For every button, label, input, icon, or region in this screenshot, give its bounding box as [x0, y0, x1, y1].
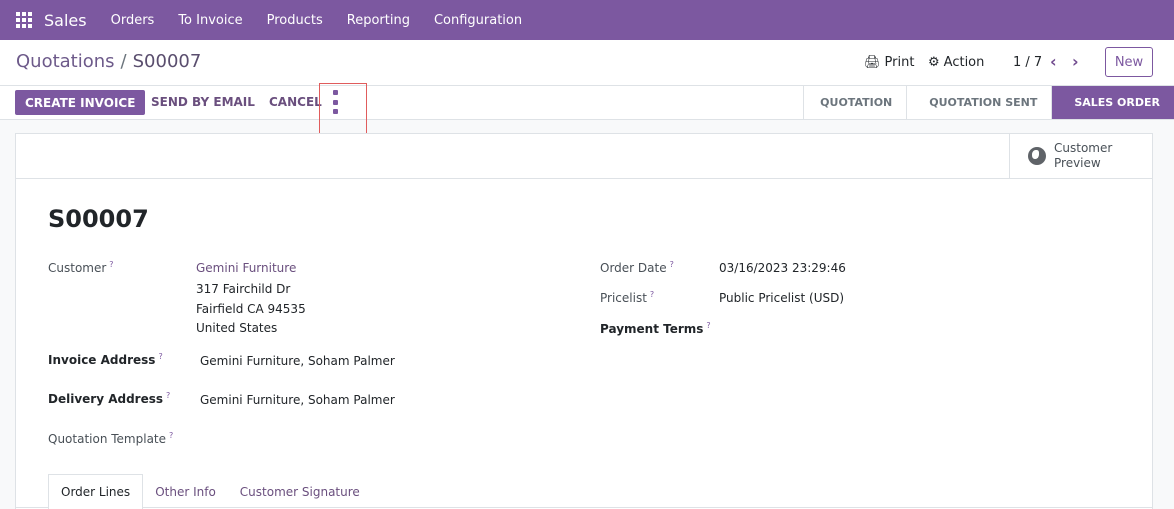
print-label: Print — [884, 55, 915, 70]
breadcrumb-quotations[interactable]: Quotations — [16, 51, 115, 72]
delivery-address-field[interactable]: Gemini Furniture, Soham Palmer — [200, 393, 395, 407]
customer-preview-line2: Preview — [1054, 156, 1101, 170]
menu-orders[interactable]: Orders — [99, 13, 167, 28]
customer-preview-button[interactable]: Customer Preview — [1009, 134, 1152, 178]
customer-address-line2: Fairfield CA 94535 — [196, 302, 306, 316]
action-label: Action — [943, 55, 985, 70]
order-date-label: Order Date? — [600, 260, 674, 275]
menu-configuration[interactable]: Configuration — [422, 13, 534, 28]
globe-icon — [1028, 147, 1046, 165]
action-button[interactable]: ⚙ Action — [928, 55, 984, 70]
statusbar: CREATE INVOICE SEND BY EMAIL CANCEL QUOT… — [0, 86, 1174, 120]
chevron-left-icon[interactable]: ‹ — [1050, 52, 1057, 71]
order-name: S00007 — [48, 205, 149, 233]
menu-reporting[interactable]: Reporting — [335, 13, 422, 28]
invoice-address-field[interactable]: Gemini Furniture, Soham Palmer — [200, 354, 395, 368]
apps-menu-icon[interactable] — [16, 12, 32, 28]
tab-order-lines[interactable]: Order Lines — [48, 474, 144, 509]
pricelist-label: Pricelist? — [600, 290, 655, 305]
customer-name-link[interactable]: Gemini Furniture — [196, 261, 296, 275]
customer-preview-line1: Customer — [1054, 141, 1113, 155]
tab-other-info[interactable]: Other Info — [143, 474, 228, 509]
send-by-email-button[interactable]: SEND BY EMAIL — [151, 95, 255, 109]
customer-label: Customer? — [48, 260, 114, 275]
delivery-address-label: Delivery Address? — [48, 391, 171, 406]
menu-products[interactable]: Products — [255, 13, 335, 28]
pager-value[interactable]: 1 / 7 — [1013, 55, 1042, 70]
payment-terms-label: Payment Terms? — [600, 321, 711, 336]
chevron-right-icon[interactable]: › — [1072, 52, 1079, 71]
invoice-address-label: Invoice Address? — [48, 352, 163, 367]
control-panel: Quotations / S00007 🖨 Print ⚙ Action 1 / 7… — [0, 40, 1174, 86]
cancel-button[interactable]: CANCEL — [269, 95, 322, 109]
app-name[interactable]: Sales — [44, 11, 87, 30]
tab-customer-signature[interactable]: Customer Signature — [228, 474, 372, 509]
customer-address-line1: 317 Fairchild Dr — [196, 282, 291, 296]
gear-icon: ⚙ — [928, 55, 940, 70]
button-box: Customer Preview — [16, 134, 1152, 179]
order-date-field[interactable]: 03/16/2023 23:29:46 — [719, 261, 846, 275]
top-navbar: Sales Orders To Invoice Products Reporti… — [0, 0, 1174, 40]
print-button[interactable]: 🖨 Print — [864, 55, 914, 70]
menu-to-invoice[interactable]: To Invoice — [166, 13, 254, 28]
pricelist-field[interactable]: Public Pricelist (USD) — [719, 291, 844, 305]
create-invoice-button[interactable]: CREATE INVOICE — [15, 90, 146, 115]
form-sheet: Customer Preview — [15, 133, 1153, 509]
stage-sales-order[interactable]: SALES ORDER — [1051, 86, 1174, 119]
stage-quotation[interactable]: QUOTATION — [803, 86, 906, 119]
breadcrumb-current: S00007 — [132, 51, 202, 72]
customer-address-line3: United States — [196, 321, 278, 335]
status-stages: QUOTATION QUOTATION SENT SALES ORDER — [803, 86, 1174, 120]
breadcrumb: Quotations / S00007 — [16, 51, 201, 72]
stage-quotation-sent[interactable]: QUOTATION SENT — [906, 86, 1051, 119]
notebook-tabs: Order Lines Other Info Customer Signatur… — [48, 474, 372, 509]
quotation-template-label: Quotation Template? — [48, 431, 174, 446]
new-button[interactable]: New — [1105, 47, 1153, 77]
breadcrumb-separator: / — [120, 51, 127, 72]
customer-preview-label: Customer Preview — [1054, 141, 1112, 171]
printer-icon: 🖨 — [864, 55, 881, 70]
highlight-annotation — [319, 83, 367, 137]
